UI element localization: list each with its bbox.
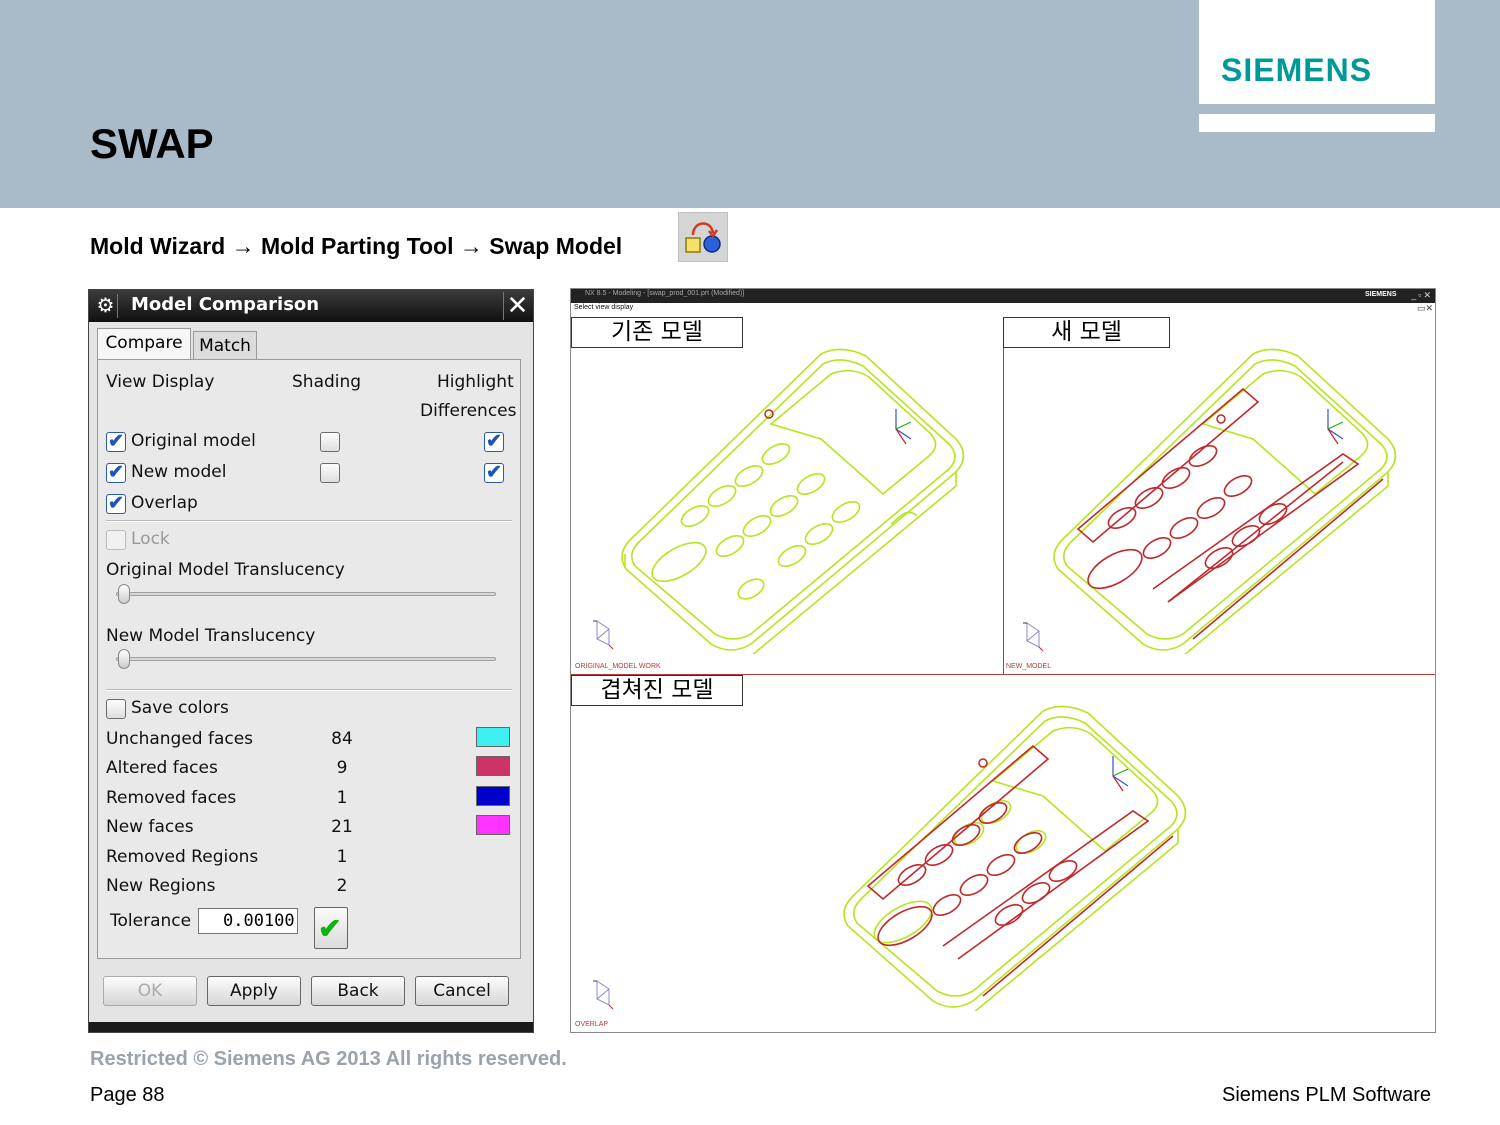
cancel-button[interactable]: Cancel: [415, 976, 509, 1006]
footer-brand: Siemens PLM Software: [1222, 1084, 1431, 1106]
new-model-label: New model: [131, 462, 227, 482]
logo-text: SIEMENS: [1221, 52, 1373, 88]
dialog-titlebar[interactable]: ⚙ Model Comparison ✕: [89, 290, 533, 322]
logo-underline: [1199, 114, 1435, 132]
overlap-view-checkbox[interactable]: [106, 492, 126, 515]
altered-faces-count: 9: [336, 758, 348, 778]
original-model-drawing[interactable]: [611, 344, 971, 654]
compare-panel: View Display Shading Highlight Differenc…: [97, 359, 521, 959]
gear-icon[interactable]: ⚙: [94, 294, 118, 318]
removed-regions-label: Removed Regions: [106, 847, 259, 867]
lock-checkbox[interactable]: [106, 530, 126, 550]
model-comparison-dialog: ⚙ Model Comparison ✕ Compare Match View …: [88, 289, 534, 1033]
ok-button[interactable]: OK: [103, 976, 197, 1006]
original-translucency-label: Original Model Translucency: [106, 560, 345, 580]
view-divider-vertical: [1003, 317, 1004, 674]
csys-triad-icon: [593, 980, 614, 1010]
removed-regions-count: 1: [336, 847, 348, 867]
csys-triad-icon: [1023, 622, 1044, 652]
breadcrumb: Mold Wizard → Mold Parting Tool → Swap M…: [90, 233, 623, 259]
apply-button[interactable]: Apply: [207, 976, 301, 1006]
window-controls-icon[interactable]: _▫✕: [1411, 290, 1433, 301]
window-titlebar[interactable]: NX 8.5 - Modeling - [swap_prod_001.prt (…: [571, 289, 1435, 303]
close-icon[interactable]: ✕: [503, 292, 531, 320]
original-model-label: Original model: [131, 431, 256, 451]
status-bar: Select view display: [574, 304, 634, 311]
window-brand: SIEMENS: [1365, 291, 1397, 298]
original-model-shading-checkbox[interactable]: [320, 432, 340, 452]
tab-compare[interactable]: Compare: [97, 328, 191, 360]
tolerance-input[interactable]: 0.00100: [198, 908, 298, 934]
view-label-overlap: OVERLAP: [575, 1021, 609, 1028]
new-regions-count: 2: [336, 876, 348, 896]
altered-faces-color-swatch[interactable]: [476, 756, 510, 776]
unchanged-faces-label: Unchanged faces: [106, 729, 254, 749]
slide-title: SWAP: [90, 120, 214, 167]
new-translucency-label: New Model Translucency: [106, 626, 316, 646]
footer-page-number: Page 88: [90, 1084, 165, 1106]
unchanged-faces-count: 84: [331, 729, 353, 749]
new-model-view-checkbox[interactable]: [106, 461, 126, 484]
separator: [106, 520, 512, 522]
csys-triad-icon: [593, 620, 614, 650]
tab-match[interactable]: Match: [193, 331, 257, 361]
new-model-highlight-checkbox[interactable]: [484, 461, 504, 484]
view-caption-overlap: 겹쳐진 모델: [571, 675, 743, 706]
window-title: NX 8.5 - Modeling - [swap_prod_001.prt (…: [585, 290, 745, 297]
overlap-model-drawing[interactable]: [833, 701, 1193, 1011]
dialog-bottom-edge: [89, 1022, 533, 1032]
nx-graphics-window[interactable]: NX 8.5 - Modeling - [swap_prod_001.prt (…: [570, 288, 1436, 1033]
save-colors-label: Save colors: [131, 698, 229, 718]
view-label-new: NEW_MODEL: [1006, 663, 1052, 670]
back-button[interactable]: Back: [311, 976, 405, 1006]
new-regions-label: New Regions: [106, 876, 216, 896]
overlap-label: Overlap: [131, 493, 198, 513]
removed-faces-label: Removed faces: [106, 788, 237, 808]
view-display-header: View Display: [106, 372, 215, 392]
swap-model-icon: [678, 212, 728, 262]
new-faces-color-swatch[interactable]: [476, 815, 510, 835]
lock-label: Lock: [131, 529, 170, 549]
tolerance-apply-button[interactable]: [314, 907, 348, 949]
original-model-highlight-checkbox[interactable]: [484, 430, 504, 453]
unchanged-faces-color-swatch[interactable]: [476, 727, 510, 747]
removed-faces-count: 1: [336, 788, 348, 808]
original-translucency-slider[interactable]: [116, 592, 496, 596]
dialog-title: Model Comparison: [131, 294, 320, 315]
original-model-view-checkbox[interactable]: [106, 430, 126, 453]
footer-restricted: Restricted © Siemens AG 2013 All rights …: [90, 1048, 567, 1070]
shading-header: Shading: [292, 372, 362, 392]
tolerance-label: Tolerance: [110, 911, 192, 931]
siemens-logo: SIEMENS: [1199, 0, 1435, 104]
new-model-drawing[interactable]: [1043, 344, 1403, 654]
removed-faces-color-swatch[interactable]: [476, 786, 510, 806]
highlight-header: Highlight: [437, 372, 514, 392]
differences-header: Differences: [420, 401, 517, 421]
altered-faces-label: Altered faces: [106, 758, 218, 778]
restore-icon[interactable]: ▭✕: [1417, 303, 1433, 314]
new-translucency-thumb[interactable]: [118, 649, 130, 669]
new-faces-count: 21: [331, 817, 353, 837]
view-label-original: ORIGINAL_MODEL WORK: [575, 663, 661, 670]
new-faces-label: New faces: [106, 817, 194, 837]
separator: [106, 689, 512, 691]
new-translucency-slider[interactable]: [116, 657, 496, 661]
save-colors-checkbox[interactable]: [106, 699, 126, 719]
new-model-shading-checkbox[interactable]: [320, 463, 340, 483]
original-translucency-thumb[interactable]: [118, 584, 130, 604]
